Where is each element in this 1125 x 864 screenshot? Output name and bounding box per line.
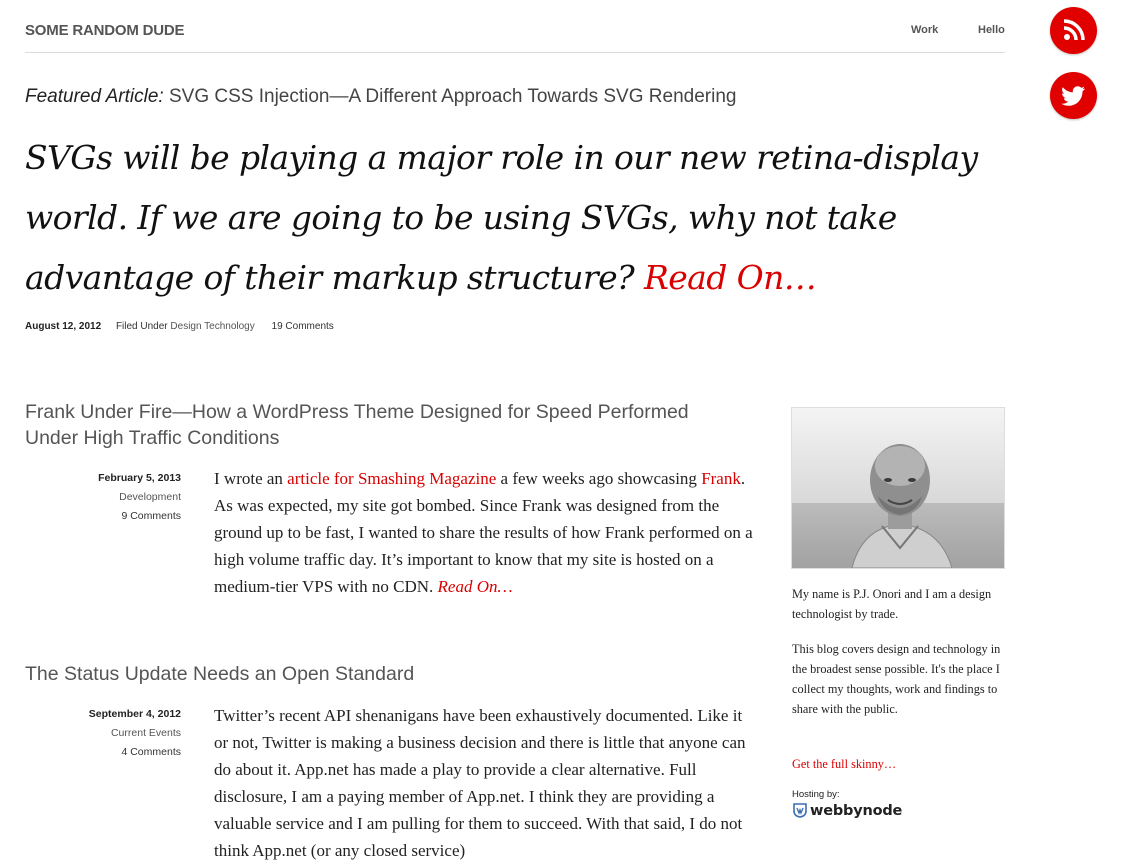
featured-headline-text: SVGs will be playing a major role in our… [25, 138, 978, 297]
post-excerpt: Twitter’s recent API shenanigans have be… [214, 706, 746, 860]
post-title-status-update[interactable]: The Status Update Needs an Open Standard [25, 661, 745, 687]
post-read-on-link[interactable]: Read On… [438, 577, 513, 596]
webbynode-logo-icon [793, 803, 807, 818]
author-avatar [792, 408, 1004, 568]
featured-date: August 12, 2012 [25, 321, 102, 332]
full-skinny-link[interactable]: Get the full skinny… [792, 754, 1007, 774]
nav-work-link[interactable]: Work [911, 24, 938, 36]
webbynode-name: webbynode [810, 803, 903, 819]
featured-comments-link[interactable]: 19 Comments [272, 321, 334, 332]
smashing-article-link[interactable]: article for Smashing Magazine [287, 469, 496, 488]
featured-article-line: Featured Article: SVG CSS Injection—A Di… [25, 86, 1005, 108]
post-category-link[interactable]: Current Events [25, 724, 181, 743]
header-divider [25, 52, 1005, 53]
featured-category-link[interactable]: Design Technology [170, 321, 254, 332]
twitter-bird-icon [1061, 86, 1085, 106]
rss-icon [1063, 19, 1085, 41]
post-text: a few weeks ago showcasing [496, 469, 702, 488]
post-date: September 4, 2012 [88, 708, 181, 720]
featured-article-link[interactable]: SVG CSS Injection—A Different Approach T… [169, 86, 737, 107]
featured-meta: August 12, 2012 Filed Under Design Techn… [25, 321, 334, 332]
twitter-button[interactable] [1050, 72, 1097, 119]
blog-description: This blog covers design and technology i… [792, 642, 1001, 716]
featured-headline: SVGs will be playing a major role in our… [25, 128, 1010, 308]
author-photo [792, 408, 1004, 568]
nav-hello-link[interactable]: Hello [978, 24, 1005, 36]
rss-button[interactable] [1050, 7, 1097, 54]
post-category-link[interactable]: Development [25, 488, 181, 507]
post-meta: September 4, 2012 Current Events 4 Comme… [25, 705, 181, 762]
post-comments-link[interactable]: 9 Comments [25, 507, 181, 526]
filed-under-label: Filed Under [115, 321, 168, 332]
featured-read-on-link[interactable]: Read On… [644, 258, 817, 297]
post-meta: February 5, 2013 Development 9 Comments [25, 469, 181, 526]
post-text: I wrote an [214, 469, 288, 488]
post-excerpt: I wrote an article for Smashing Magazine… [214, 465, 759, 600]
featured-label: Featured Article: [25, 86, 164, 107]
frank-link[interactable]: Frank [701, 469, 741, 488]
post-comments-link[interactable]: 4 Comments [25, 743, 181, 762]
post-date: February 5, 2013 [98, 472, 181, 484]
webbynode-link[interactable]: webbynode [792, 802, 902, 819]
post-title-frank-under-fire[interactable]: Frank Under Fire—How a WordPress Theme D… [25, 399, 745, 451]
hosting-label: Hosting by: [792, 789, 840, 800]
author-bio: My name is P.J. Onori and I am a design … [792, 587, 992, 621]
site-title[interactable]: SOME RANDOM DUDE [25, 22, 185, 39]
